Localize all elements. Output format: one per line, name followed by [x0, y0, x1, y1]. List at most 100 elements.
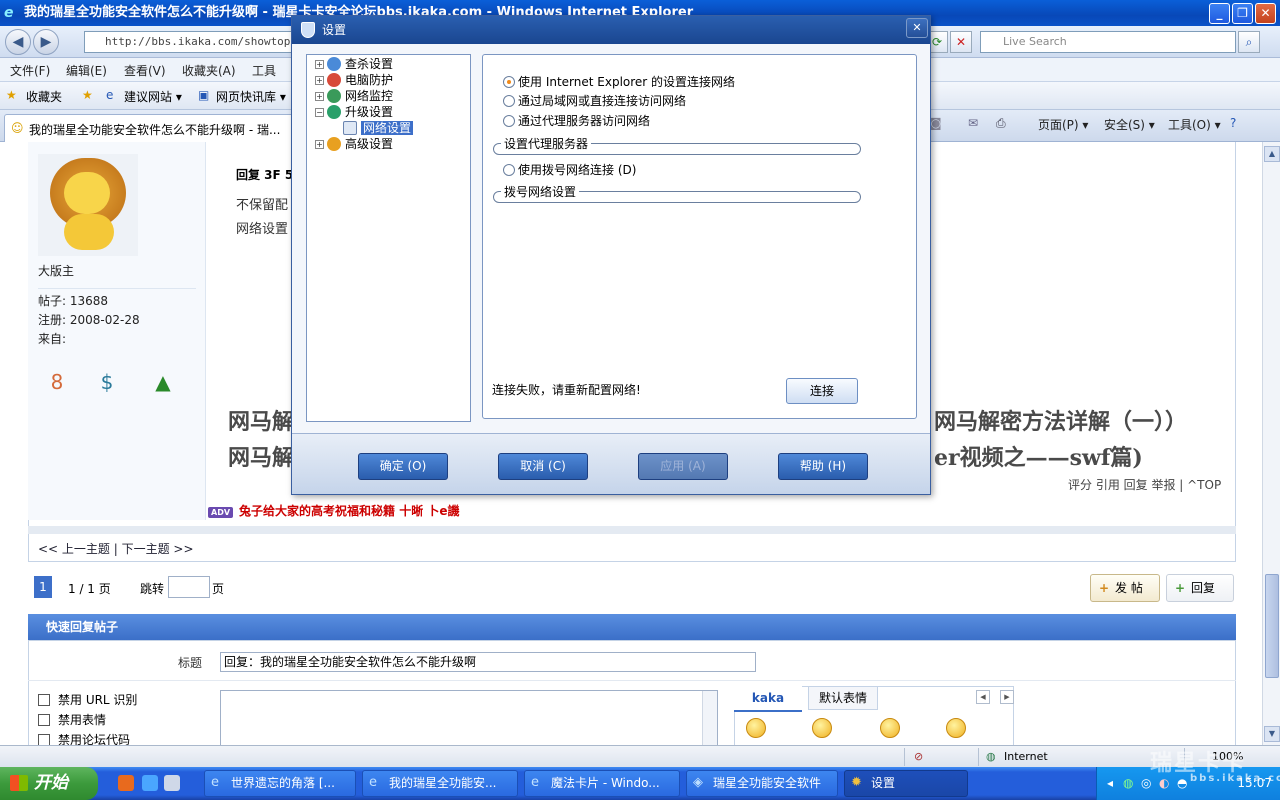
shield-icon [301, 22, 315, 38]
textarea-scrollbar[interactable] [702, 691, 717, 745]
taskbar-window[interactable]: e 我的瑞星全功能安... [362, 770, 518, 797]
connect-button[interactable]: 连接 [786, 378, 858, 404]
signature-link[interactable]: 网马解 [228, 440, 294, 472]
tree-item-update[interactable]: − 升级设置 [315, 104, 393, 120]
tab-active[interactable]: ☺ 我的瑞星全功能安全软件怎么不能升级啊 - 瑞... [4, 114, 294, 142]
quicklaunch-icon[interactable] [164, 775, 180, 791]
tab-kaka-smilies[interactable]: kaka [734, 686, 802, 712]
signature-link[interactable]: 网马解 [228, 404, 294, 436]
menu-tools[interactable]: 工具 [252, 62, 276, 79]
tray-icon[interactable]: ◓ [1177, 776, 1187, 790]
tab-default-smilies[interactable]: 默认表情 [808, 686, 878, 710]
stop-icon[interactable]: ✕ [950, 31, 972, 53]
web-slice-gallery[interactable]: 网页快讯库 ▾ [216, 88, 286, 105]
smiley-icon[interactable] [880, 718, 900, 738]
taskbar-window[interactable]: e 魔法卡片 - Windo... [524, 770, 680, 797]
tools-menu[interactable]: 工具(O) ▾ [1168, 116, 1221, 133]
tree-item-scan[interactable]: + 查杀设置 [315, 56, 393, 72]
feeds-icon[interactable]: ◙ [930, 116, 942, 130]
taskbar-window[interactable]: e 世界遗忘的角落 [... [204, 770, 356, 797]
apply-button[interactable]: 应用 (A) [638, 453, 728, 480]
quicklaunch-icon[interactable] [118, 775, 134, 791]
start-button[interactable]: 开始 [0, 767, 98, 800]
disable-url-checkbox[interactable]: 禁用 URL 识别 [38, 691, 137, 708]
ie-logo-icon: e [4, 5, 14, 21]
tree-item-advanced[interactable]: + 高级设置 [315, 136, 393, 152]
tree-item-network-monitor[interactable]: + 网络监控 [315, 88, 393, 104]
settings-dialog: 设置 ✕ + 查杀设置 + 电脑防护 + 网络监控 − 升级设置 网络设置 + 高级设置 … [291, 15, 931, 495]
christmas-tree-icon: ▲ [155, 370, 171, 394]
ok-button[interactable]: 确定 (O) [358, 453, 448, 480]
jump-page-input[interactable] [168, 576, 210, 598]
smiley-icon[interactable] [746, 718, 766, 738]
tree-item-network-settings[interactable]: 网络设置 [343, 120, 414, 136]
prev-arrow-icon[interactable]: ◀ [976, 690, 990, 704]
page-scrollbar[interactable]: ▲ ▼ [1262, 142, 1280, 745]
address-bar[interactable]: http://bbs.ikaka.com/showtopic [84, 31, 294, 53]
cancel-button[interactable]: 取消 (C) [498, 453, 588, 480]
menu-file[interactable]: 文件(F) [10, 62, 50, 79]
forward-button[interactable]: ▶ [33, 29, 59, 55]
suggested-sites[interactable]: 建议网站 ▾ [124, 88, 182, 105]
back-button[interactable]: ◀ [5, 29, 31, 55]
ad-link[interactable]: ADV 兔子给大家的高考祝福和秘籍 十晰 卜e譏 [208, 502, 460, 519]
next-arrow-icon[interactable]: ▶ [1000, 690, 1014, 704]
signature-link[interactable]: er视频之——swf篇) [934, 440, 1143, 472]
windows-flag-icon [10, 775, 28, 791]
post-text-line: 网络设置 [236, 222, 289, 237]
search-icon[interactable]: ⌕ [1238, 31, 1260, 53]
taskbar-window-active[interactable]: ✹ 设置 [844, 770, 968, 797]
tray-icon[interactable]: ◂ [1107, 776, 1113, 790]
search-input[interactable]: Live Search [980, 31, 1236, 53]
current-page[interactable]: 1 [34, 576, 52, 598]
menu-edit[interactable]: 编辑(E) [66, 62, 107, 79]
ie-quicklaunch-icon[interactable] [142, 775, 158, 791]
ad-text: 兔子给大家的高考祝福和秘籍 十晰 卜e譏 [239, 504, 460, 518]
scan-icon [327, 57, 341, 71]
favorites-button[interactable]: 收藏夹 [26, 88, 62, 105]
dialog-close-button[interactable]: ✕ [906, 18, 928, 38]
reply-button[interactable]: + 回复 [1166, 574, 1234, 602]
help-button[interactable]: 帮助 (H) [778, 453, 868, 480]
scroll-up-icon[interactable]: ▲ [1264, 146, 1280, 162]
add-favorite-icon[interactable]: ★ [82, 88, 93, 102]
close-button[interactable]: ✕ [1255, 3, 1276, 24]
menu-view[interactable]: 查看(V) [124, 62, 166, 79]
reply-title-input[interactable]: 回复：我的瑞星全功能安全软件怎么不能升级啊 [220, 652, 756, 672]
taskbar-window[interactable]: ◈ 瑞星全功能安全软件 [686, 770, 838, 797]
print-icon[interactable]: ⎙ [996, 116, 1006, 131]
username[interactable]: 大版主 [38, 262, 74, 279]
avatar[interactable] [38, 154, 138, 256]
taskbar: 开始 e 世界遗忘的角落 [... e 我的瑞星全功能安... e 魔法卡片 - Wi… [0, 767, 1280, 800]
new-post-button[interactable]: + 发 帖 [1090, 574, 1160, 602]
prev-next-topic[interactable]: << 上一主题 | 下一主题 >> [38, 540, 194, 557]
safety-menu[interactable]: 安全(S) ▾ [1104, 116, 1155, 133]
tree-item-protection[interactable]: + 电脑防护 [315, 72, 393, 88]
disable-bbcode-checkbox[interactable]: 禁用论坛代码 [38, 731, 130, 745]
help-icon[interactable]: ? [1230, 116, 1236, 130]
scroll-down-icon[interactable]: ▼ [1264, 726, 1280, 742]
radio-proxy[interactable]: 通过代理服务器访问网络 [503, 112, 650, 129]
smiley-icon[interactable] [812, 718, 832, 738]
smiley-icon[interactable] [946, 718, 966, 738]
minimize-button[interactable]: _ [1209, 3, 1230, 24]
scroll-thumb[interactable] [1265, 574, 1279, 678]
radio-dialup[interactable]: 使用拨号网络连接 (D) [503, 161, 636, 178]
signature-link[interactable]: 网马解密方法详解（一）） [934, 404, 1187, 436]
tray-icon[interactable]: ◍ [1123, 776, 1133, 790]
page-menu[interactable]: 页面(P) ▾ [1038, 116, 1088, 133]
reply-textarea[interactable] [220, 690, 718, 745]
globe-icon: ◍ [986, 750, 996, 763]
radio-use-ie-settings[interactable]: 使用 Internet Explorer 的设置连接网络 [503, 73, 735, 90]
mail-icon[interactable]: ✉ [968, 116, 978, 130]
tray-icon[interactable]: ◐ [1159, 776, 1169, 790]
post-action-links[interactable]: 评分 引用 回复 举报 | ^TOP [1068, 476, 1221, 493]
tray-icon[interactable]: ◎ [1141, 776, 1151, 790]
maximize-button[interactable]: ❐ [1232, 3, 1253, 24]
protected-mode-icon: ⊘ [914, 750, 924, 763]
menu-favorites[interactable]: 收藏夹(A) [182, 62, 236, 79]
money-bag-icon: $ [100, 370, 114, 394]
radio-lan-direct[interactable]: 通过局域网或直接连接访问网络 [503, 92, 686, 109]
disable-smilies-checkbox[interactable]: 禁用表情 [38, 711, 106, 728]
dialog-title: 设置 [322, 23, 347, 37]
